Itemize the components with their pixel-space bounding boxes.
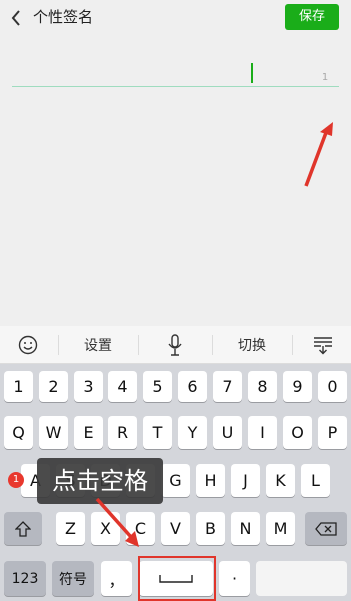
key-w[interactable]: W [39,416,68,449]
key-z[interactable]: Z [56,512,85,545]
keyboard-toolbar: 设置 切换 [0,326,351,364]
step-badge: 1 [8,472,24,488]
annotation-arrow-icon [304,122,333,187]
key-v[interactable]: V [161,512,190,545]
text-cursor [251,63,253,83]
key-1[interactable]: 1 [4,371,33,402]
key-4[interactable]: 4 [108,371,137,402]
char-counter: 1 [321,72,329,83]
key-n[interactable]: N [231,512,260,545]
key-u[interactable]: U [213,416,242,449]
toolbar-settings[interactable]: 设置 [60,326,136,364]
key-l[interactable]: L [301,464,330,497]
key-o[interactable]: O [283,416,312,449]
key-3[interactable]: 3 [74,371,103,402]
numbers-key[interactable]: 123 [4,561,46,596]
comma-key[interactable]: ， [101,561,132,596]
symbols-key[interactable]: 符号 [52,561,94,596]
key-g[interactable]: G [161,464,190,497]
key-h[interactable]: H [196,464,225,497]
key-i[interactable]: I [248,416,277,449]
collapse-keyboard-icon[interactable] [294,326,351,364]
top-bar: 个性签名 保存 [0,0,351,36]
backspace-key[interactable] [305,512,347,545]
key-6[interactable]: 6 [178,371,207,402]
shift-key[interactable] [4,512,42,545]
toolbar-divider [212,335,213,355]
key-e[interactable]: E [74,416,103,449]
microphone-icon[interactable] [140,326,210,364]
back-chevron-icon[interactable] [8,8,24,28]
key-0[interactable]: 0 [318,371,347,402]
toolbar-divider [58,335,59,355]
key-p[interactable]: P [318,416,347,449]
key-t[interactable]: T [143,416,172,449]
key-m[interactable]: M [266,512,295,545]
space-key-highlight [138,556,216,601]
key-5[interactable]: 5 [143,371,172,402]
shift-arrow-icon [15,520,31,537]
key-q[interactable]: Q [4,416,33,449]
toolbar-switch[interactable]: 切换 [214,326,290,364]
annotation-arrow-icon [95,497,139,547]
key-k[interactable]: K [266,464,295,497]
key-8[interactable]: 8 [248,371,277,402]
toolbar-divider [138,335,139,355]
period-key[interactable]: · [219,561,250,596]
signature-editor[interactable]: 1 [0,36,351,326]
input-underline [12,86,339,87]
key-7[interactable]: 7 [213,371,242,402]
toolbar-divider [292,335,293,355]
return-key[interactable] [256,561,347,596]
key-j[interactable]: J [231,464,260,497]
key-r[interactable]: R [108,416,137,449]
key-2[interactable]: 2 [39,371,68,402]
key-b[interactable]: B [196,512,225,545]
key-9[interactable]: 9 [283,371,312,402]
page-title: 个性签名 [33,8,94,26]
emoji-icon[interactable] [0,326,56,364]
save-button[interactable]: 保存 [285,4,339,30]
key-y[interactable]: Y [178,416,207,449]
backspace-icon [315,521,337,536]
